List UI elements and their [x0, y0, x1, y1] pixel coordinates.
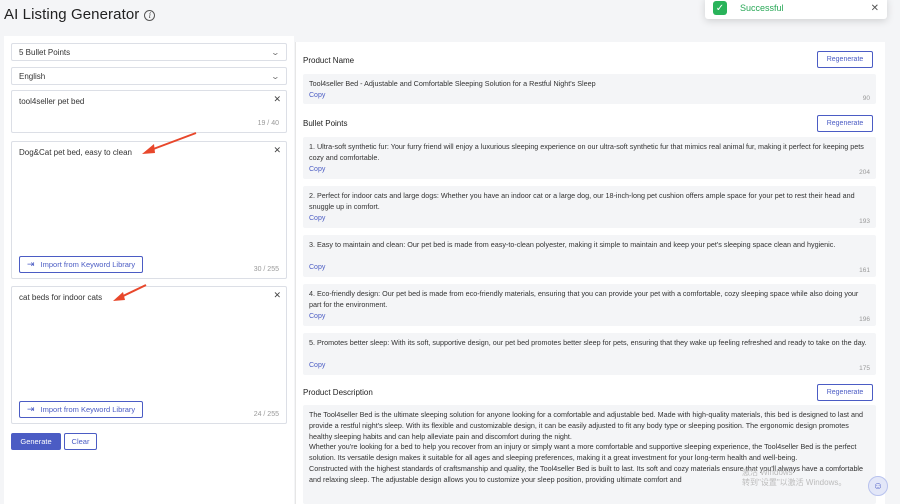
- description-paragraph: Whether you're looking for a bed to help…: [309, 442, 857, 463]
- bullet-text: 4. Eco-friendly design: Our pet bed is m…: [309, 289, 859, 309]
- bullet-card: 4. Eco-friendly design: Our pet bed is m…: [303, 284, 876, 326]
- annotation-arrow-icon: [142, 132, 197, 154]
- char-counter: 30 / 255: [253, 266, 279, 273]
- char-count: 90: [862, 95, 870, 102]
- check-icon: ✓: [713, 1, 727, 15]
- regenerate-name-button[interactable]: Regenerate: [817, 51, 873, 68]
- success-toast: ✓ Successful ✕: [705, 0, 887, 19]
- import-keyword-label: Import from Keyword Library: [40, 260, 136, 269]
- regenerate-description-button[interactable]: Regenerate: [817, 384, 873, 401]
- clear-icon[interactable]: ✕: [273, 290, 281, 301]
- copy-link[interactable]: Copy: [309, 263, 325, 274]
- char-counter: 24 / 255: [253, 411, 279, 418]
- keywords-value-2: cat beds for indoor cats: [19, 293, 103, 302]
- clear-icon[interactable]: ✕: [273, 145, 281, 156]
- product-name-title: Product Name: [303, 56, 355, 65]
- description-paragraph: The Tool4seller Bed is the ultimate slee…: [309, 410, 864, 441]
- char-counter: 19 / 40: [257, 120, 279, 127]
- regenerate-bullets-button[interactable]: Regenerate: [817, 115, 873, 132]
- chevron-down-icon: ⌄: [270, 47, 281, 57]
- copy-link[interactable]: Copy: [309, 312, 325, 323]
- product-name-text: Tool4seller Bed - Adjustable and Comfort…: [309, 79, 596, 88]
- char-count: 196: [859, 316, 870, 323]
- bullet-text: 2. Perfect for indoor cats and large dog…: [309, 191, 855, 211]
- bullet-text: 1. Ultra-soft synthetic fur: Your furry …: [309, 142, 864, 162]
- product-description-title: Product Description: [303, 388, 373, 397]
- bullet-count-select[interactable]: 5 Bullet Points ⌄: [11, 43, 287, 61]
- bullet-card: 5. Promotes better sleep: With its soft,…: [303, 333, 876, 375]
- watermark-line: 激活 Windows: [742, 468, 793, 477]
- clear-icon[interactable]: ✕: [273, 94, 281, 105]
- product-name-card: Tool4seller Bed - Adjustable and Comfort…: [303, 74, 876, 104]
- annotation-arrow-icon: [113, 284, 147, 301]
- import-keyword-label: Import from Keyword Library: [40, 405, 136, 414]
- product-title-value: tool4seller pet bed: [19, 97, 85, 106]
- page-title: AI Listing Generator i: [4, 6, 156, 23]
- char-count: 175: [859, 365, 870, 372]
- copy-link[interactable]: Copy: [309, 214, 325, 225]
- keywords-value-1: Dog&Cat pet bed, easy to clean: [19, 148, 132, 157]
- import-icon: ⇥: [27, 259, 35, 269]
- language-select[interactable]: English ⌄: [11, 67, 287, 85]
- import-keyword-button[interactable]: ⇥ Import from Keyword Library: [19, 401, 144, 418]
- bullet-card: 1. Ultra-soft synthetic fur: Your furry …: [303, 137, 876, 179]
- product-description-card: The Tool4seller Bed is the ultimate slee…: [303, 405, 876, 504]
- windows-watermark: 激活 Windows 转到"设置"以激活 Windows。: [742, 468, 846, 488]
- info-icon[interactable]: i: [144, 10, 156, 21]
- bullet-card: 3. Easy to maintain and clean: Our pet b…: [303, 235, 876, 277]
- clear-button[interactable]: Clear: [64, 433, 97, 450]
- language-value: English: [19, 71, 46, 81]
- generate-button[interactable]: Generate: [11, 433, 61, 450]
- toast-close-icon[interactable]: ✕: [871, 3, 879, 14]
- keywords-input-2[interactable]: cat beds for indoor cats ✕ ⇥ Import from…: [11, 286, 287, 424]
- import-keyword-button[interactable]: ⇥ Import from Keyword Library: [19, 256, 144, 273]
- keywords-input-1[interactable]: Dog&Cat pet bed, easy to clean ✕ ⇥ Impor…: [11, 141, 287, 279]
- bullet-text: 5. Promotes better sleep: With its soft,…: [309, 338, 867, 347]
- toast-message: Successful: [740, 3, 784, 13]
- chevron-down-icon: ⌄: [270, 71, 281, 81]
- bullet-text: 3. Easy to maintain and clean: Our pet b…: [309, 240, 836, 249]
- copy-link[interactable]: Copy: [309, 361, 325, 372]
- results-panel: Product Name Regenerate Tool4seller Bed …: [295, 42, 885, 504]
- assistant-bot-icon[interactable]: ☺: [868, 476, 888, 496]
- product-title-input[interactable]: tool4seller pet bed ✕ 19 / 40: [11, 90, 287, 133]
- char-count: 204: [859, 169, 870, 176]
- input-panel: 5 Bullet Points ⌄ English ⌄ tool4seller …: [4, 36, 294, 504]
- copy-link[interactable]: Copy: [309, 165, 325, 176]
- bullet-points-title: Bullet Points: [303, 119, 348, 128]
- char-count: 193: [859, 218, 870, 225]
- copy-link[interactable]: Copy: [309, 91, 325, 102]
- bullet-count-value: 5 Bullet Points: [19, 47, 71, 57]
- page-title-text: AI Listing Generator: [4, 6, 140, 23]
- watermark-line: 转到"设置"以激活 Windows。: [742, 478, 847, 487]
- bullet-card: 2. Perfect for indoor cats and large dog…: [303, 186, 876, 228]
- import-icon: ⇥: [27, 404, 35, 414]
- char-count: 161: [859, 267, 870, 274]
